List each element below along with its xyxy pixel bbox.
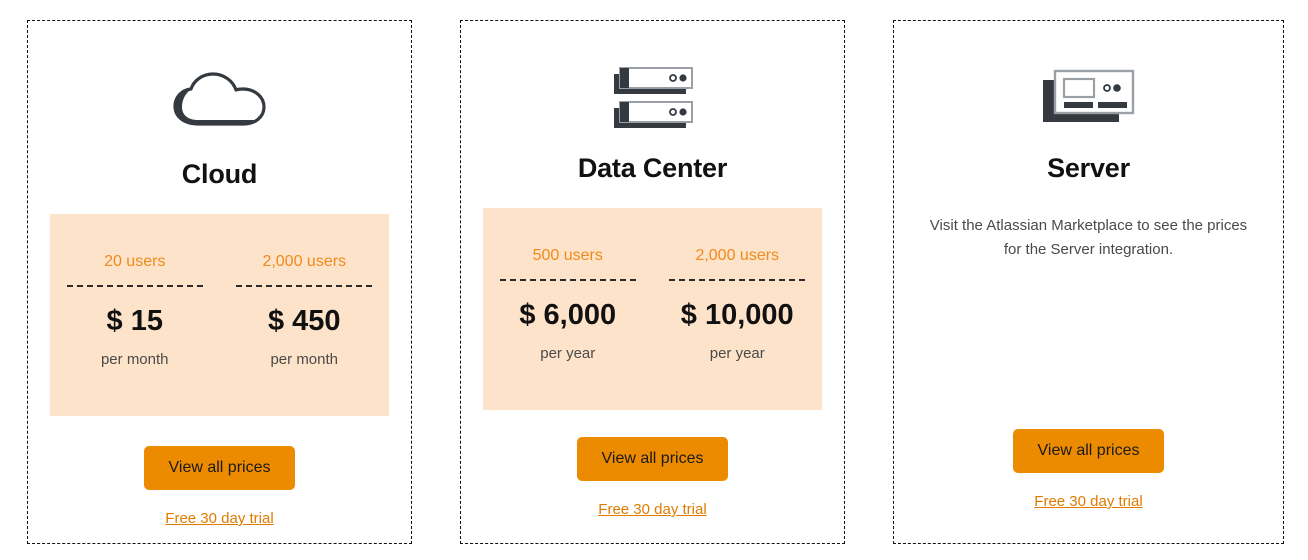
tier-period: per year <box>540 345 596 362</box>
free-trial-link[interactable]: Free 30 day trial <box>598 502 706 517</box>
card-title-cloud: Cloud <box>181 159 258 189</box>
tier-divider <box>499 279 636 281</box>
cta-group-cloud: View all prices Free 30 day trial <box>28 446 411 526</box>
price-tier: 2,000 users $ 450 per month <box>220 254 390 416</box>
tier-period: per month <box>100 351 169 368</box>
cloud-icon-container <box>28 55 411 147</box>
price-tier: 20 users $ 15 per month <box>50 254 220 416</box>
server-icon <box>1042 69 1134 122</box>
tier-users-label: 2,000 users <box>262 253 347 270</box>
free-trial-link[interactable]: Free 30 day trial <box>165 511 273 526</box>
tier-period: per year <box>709 345 765 362</box>
card-title-server: Server <box>1047 153 1130 183</box>
tier-divider <box>66 285 203 287</box>
card-title-data-center: Data Center <box>577 153 728 183</box>
tier-price: $ 15 <box>106 305 163 337</box>
pricing-card-data-center: Data Center 500 users $ 6,000 per year 2… <box>460 20 845 544</box>
view-all-prices-button[interactable]: View all prices <box>144 446 295 490</box>
server-description: Visit the Atlassian Marketplace to see t… <box>929 217 1248 258</box>
tier-period: per month <box>270 351 339 368</box>
price-tier: 2,000 users $ 10,000 per year <box>653 248 823 410</box>
data-center-icon-container <box>461 51 844 143</box>
price-tier: 500 users $ 6,000 per year <box>483 248 653 410</box>
cta-group-data-center: View all prices Free 30 day trial <box>461 437 844 517</box>
tier-price: $ 10,000 <box>680 299 794 331</box>
pricing-card-cloud: Cloud 20 users $ 15 per month 2,000 user… <box>27 20 412 544</box>
free-trial-link[interactable]: Free 30 day trial <box>1034 494 1142 509</box>
pricing-plans-grid: Cloud 20 users $ 15 per month 2,000 user… <box>0 0 1308 560</box>
tier-price: $ 450 <box>267 305 341 337</box>
tier-users-label: 20 users <box>104 253 166 270</box>
tier-users-label: 2,000 users <box>695 247 780 264</box>
server-icon-container <box>894 51 1283 143</box>
cloud-icon <box>172 72 266 126</box>
price-panel-cloud: 20 users $ 15 per month 2,000 users $ 45… <box>50 214 389 416</box>
tier-divider <box>236 285 373 287</box>
tier-divider <box>669 279 806 281</box>
view-all-prices-button[interactable]: View all prices <box>1013 429 1164 473</box>
tier-users-label: 500 users <box>532 247 603 264</box>
tier-price: $ 6,000 <box>519 299 617 331</box>
view-all-prices-button[interactable]: View all prices <box>577 437 728 481</box>
data-center-icon <box>613 67 693 128</box>
pricing-card-server: Server Visit the Atlassian Marketplace t… <box>893 20 1284 544</box>
cta-group-server: View all prices Free 30 day trial <box>894 429 1283 509</box>
price-panel-data-center: 500 users $ 6,000 per year 2,000 users $… <box>483 208 822 410</box>
